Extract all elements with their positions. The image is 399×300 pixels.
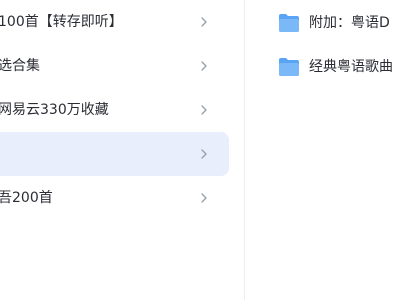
chevron-right-icon bbox=[201, 17, 207, 27]
folder-list: 附加：粤语D 经典粤语歌曲 bbox=[245, 0, 399, 300]
list-item-1[interactable]: 选合集 bbox=[0, 44, 229, 88]
folder-name: 附加：粤语D bbox=[309, 15, 390, 31]
folder-item-1[interactable]: 经典粤语歌曲 bbox=[278, 54, 399, 80]
list-item-2[interactable]: 网易云330万收藏 bbox=[0, 88, 229, 132]
chevron-right-icon bbox=[201, 61, 207, 71]
folder-item-0[interactable]: 附加：粤语D bbox=[278, 10, 399, 36]
list-item-4[interactable]: 吾200首 bbox=[0, 176, 229, 220]
list-item-0[interactable]: 100首【转存即听】 bbox=[0, 0, 229, 44]
folder-icon bbox=[279, 14, 299, 32]
file-browser: 100首【转存即听】 选合集 网易云330万收藏 吾200首 附加：粤语D 经典… bbox=[0, 0, 399, 300]
chevron-right-icon bbox=[201, 193, 207, 203]
list-item-3-selected[interactable] bbox=[0, 132, 229, 176]
chevron-right-icon bbox=[201, 105, 207, 115]
list-item-label: 吾200首 bbox=[0, 190, 53, 206]
category-list: 100首【转存即听】 选合集 网易云330万收藏 吾200首 bbox=[0, 0, 244, 300]
folder-name: 经典粤语歌曲 bbox=[309, 59, 393, 75]
list-item-label: 100首【转存即听】 bbox=[0, 14, 123, 30]
chevron-right-icon bbox=[201, 149, 207, 159]
list-item-label: 网易云330万收藏 bbox=[0, 102, 109, 118]
folder-icon bbox=[279, 58, 299, 76]
list-item-label: 选合集 bbox=[0, 58, 40, 74]
